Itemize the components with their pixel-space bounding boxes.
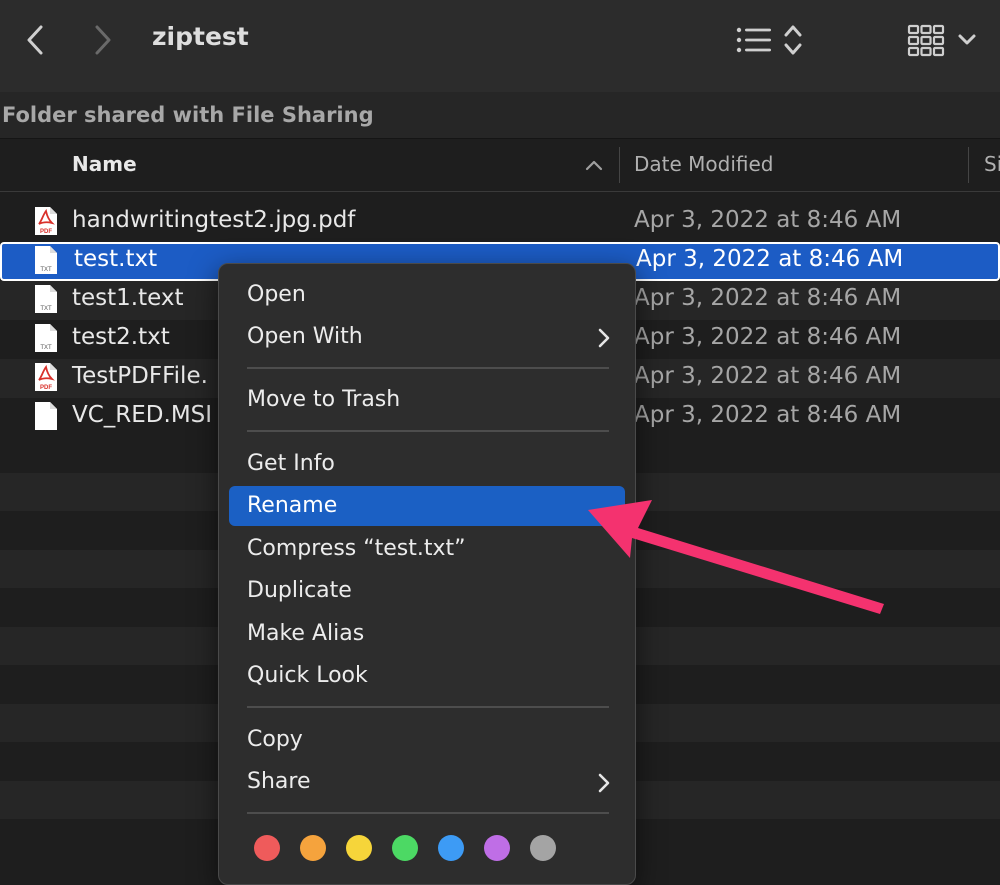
annotation-arrow-icon	[588, 500, 884, 614]
